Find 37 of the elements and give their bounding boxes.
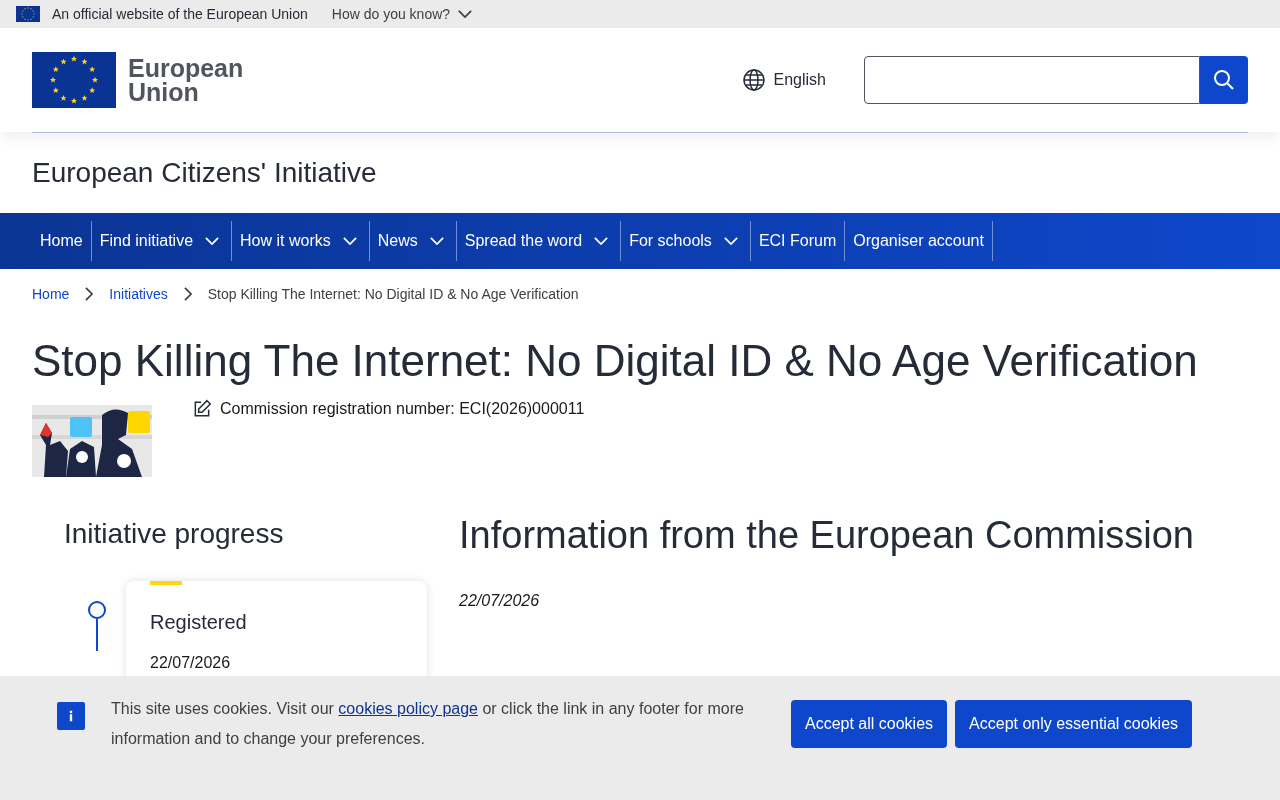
chevron-down-icon bbox=[458, 10, 473, 18]
cookies-policy-link[interactable]: cookies policy page bbox=[338, 700, 478, 717]
nav-item[interactable]: Find initiative bbox=[91, 221, 233, 261]
nav-item[interactable]: News bbox=[369, 221, 457, 261]
globe-icon bbox=[741, 68, 766, 92]
official-website-text: An official website of the European Union bbox=[52, 4, 308, 24]
chevron-right-icon bbox=[183, 287, 192, 301]
section-heading: Information from the European Commission bbox=[459, 513, 1195, 557]
nav-item[interactable]: ECI Forum bbox=[750, 221, 846, 261]
edit-icon bbox=[192, 399, 212, 419]
nav-item[interactable]: Spread the word bbox=[456, 221, 622, 261]
logo-text: European bbox=[128, 56, 244, 80]
chevron-right-icon bbox=[85, 287, 94, 301]
eu-flag-icon bbox=[16, 6, 40, 22]
breadcrumb-link[interactable]: Home bbox=[32, 283, 70, 305]
section-heading: Initiative progress bbox=[64, 517, 285, 551]
nav-item[interactable]: Organiser account bbox=[845, 221, 993, 261]
search-button[interactable] bbox=[1200, 56, 1248, 104]
accept-cookies-button[interactable]: Accept only essential cookies bbox=[955, 700, 1193, 748]
site-name: European Citizens' Initiative bbox=[32, 156, 377, 190]
how-do-you-know-link[interactable]: How do you know? bbox=[331, 3, 473, 25]
nav-item[interactable]: Home bbox=[32, 221, 92, 261]
step-title: Registered bbox=[150, 610, 248, 635]
cookie-notice: This site uses cookies. Visit our cookies policy page or click the link in any footer for more information and to change your preferences. bbox=[111, 699, 745, 749]
search-field[interactable] bbox=[864, 56, 1200, 104]
info-icon bbox=[57, 702, 85, 730]
search-icon bbox=[1212, 68, 1236, 92]
page-title: Stop Killing The Internet: No Digital ID & No Age Verification bbox=[31, 335, 1199, 387]
nav-item[interactable]: For schools bbox=[621, 221, 751, 261]
registration-number: Commission registration number: ECI(2026)000011 bbox=[220, 399, 585, 419]
information-date: 22/07/2026 bbox=[459, 591, 541, 611]
nav-item[interactable]: How it works bbox=[232, 221, 370, 261]
step-date: 22/07/2026 bbox=[150, 653, 232, 673]
language-selector[interactable]: English bbox=[741, 68, 826, 92]
breadcrumb-current: Stop Killing The Internet: No Digital ID & No Age Verification bbox=[207, 284, 579, 304]
accept-cookies-button[interactable]: Accept all cookies bbox=[791, 700, 948, 748]
breadcrumb-link[interactable]: Initiatives bbox=[109, 283, 168, 305]
